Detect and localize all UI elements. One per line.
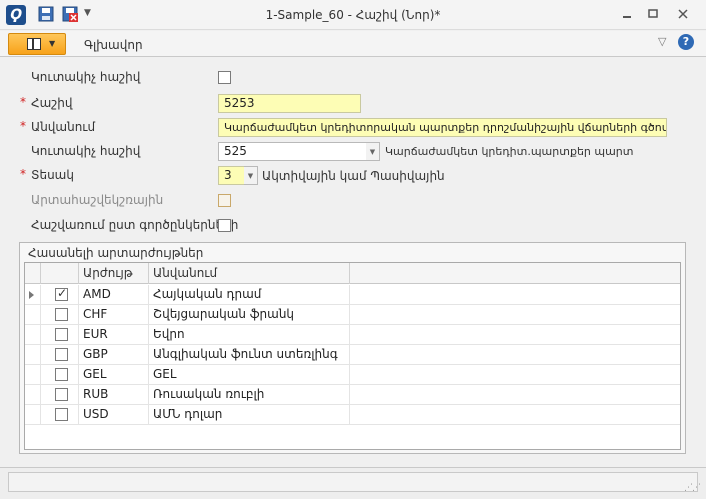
currency-name-cell[interactable]: Եվրո [149, 325, 350, 345]
row-indicator[interactable] [25, 325, 41, 345]
currency-code-cell[interactable]: AMD [79, 285, 149, 305]
row-indicator-header [25, 263, 41, 284]
currency-code-cell[interactable]: EUR [79, 325, 149, 345]
row-checkbox[interactable] [55, 328, 68, 341]
help-icon[interactable]: ? [678, 34, 694, 50]
currency-code-cell[interactable]: RUB [79, 385, 149, 405]
row-indicator[interactable] [25, 385, 41, 405]
currency-name-cell[interactable]: Հայկական դրամ [149, 285, 350, 305]
required-marker: * [20, 167, 26, 181]
column-header-code[interactable]: Արժույթ [79, 263, 149, 284]
offbalance-checkbox[interactable] [218, 194, 231, 207]
restore-icon [648, 9, 658, 18]
table-row[interactable]: EUR Եվրո [25, 325, 680, 345]
checkbox-header [41, 263, 79, 284]
name-label: Անվանում [31, 120, 96, 134]
row-checkbox[interactable] [55, 388, 68, 401]
by-operations-label: Հաշվառում ըստ գործընկերների [31, 218, 239, 232]
row-checkbox[interactable] [55, 408, 68, 421]
type-description: Ակտիվային կամ Պասիվային [262, 169, 445, 183]
close-button[interactable] [672, 6, 694, 24]
currency-name-cell[interactable]: GEL [149, 365, 350, 385]
tab-main[interactable]: Գլխավոր [84, 38, 143, 52]
resize-grip-icon[interactable]: ⋰⋰ [684, 483, 701, 493]
minimize-button[interactable] [616, 6, 638, 24]
ribbon: ▼ Գլխավոր ▽ ? [0, 31, 706, 57]
currency-name-cell[interactable]: Անգլիական ֆունտ ստեռլինգ [149, 345, 350, 365]
table-row[interactable]: USD ԱՄՆ դոլար [25, 405, 680, 425]
grid-header: Արժույթ Անվանում [25, 263, 680, 284]
row-indicator[interactable] [25, 365, 41, 385]
minimize-icon [623, 16, 631, 18]
panel-icon [27, 38, 41, 50]
file-menu-button[interactable]: ▼ [8, 33, 66, 55]
status-bar: ⋰⋰ [0, 467, 706, 499]
parent-account-description: Կարճաժամկետ կրեդիտ.պարտքեր պարտ [385, 145, 634, 158]
account-label: Հաշիվ [31, 96, 73, 110]
currency-name-cell[interactable]: Շվեյցարական ֆրանկ [149, 305, 350, 325]
table-row[interactable]: RUB Ռուսական ռուբլի [25, 385, 680, 405]
currencies-grid: Արժույթ Անվանում AMDՀայկական դրամCHFՇվեյ… [24, 262, 681, 450]
required-marker: * [20, 95, 26, 109]
row-indicator[interactable] [25, 345, 41, 365]
currency-code-cell[interactable]: GEL [79, 365, 149, 385]
currency-code-cell[interactable]: GBP [79, 345, 149, 365]
group-title: Հասանելի արտարժույթներ [28, 246, 204, 260]
table-row[interactable]: CHF Շվեյցարական ֆրանկ [25, 305, 680, 325]
type-label: Տեսակ [31, 168, 74, 182]
close-icon [678, 9, 688, 19]
window-title: 1-Sample_60 - Հաշիվ (Նոր)* [265, 8, 441, 22]
offbalance-label: Արտահաշվեկշռային [31, 193, 164, 207]
table-row[interactable]: GBP Անգլիական ֆունտ ստեռլինգ [25, 345, 680, 365]
table-row[interactable]: GEL GEL [25, 365, 680, 385]
type-input[interactable]: 3 [218, 166, 245, 185]
control-account-label: Կուտակիչ հաշիվ [31, 70, 141, 84]
currency-name-cell[interactable]: Ռուսական ռուբլի [149, 385, 350, 405]
parent-account-label: Կուտակիչ հաշիվ [31, 144, 141, 158]
column-header-name[interactable]: Անվանում [149, 263, 350, 284]
by-operations-checkbox[interactable] [218, 219, 231, 232]
row-indicator[interactable] [25, 305, 41, 325]
control-account-checkbox[interactable] [218, 71, 231, 84]
row-checkbox[interactable] [55, 348, 68, 361]
row-checkbox[interactable] [55, 368, 68, 381]
currency-name-cell[interactable]: ԱՄՆ դոլար [149, 405, 350, 425]
name-input[interactable]: Կարճաժամկետ կրեդիտորական պարտքեր դրոշման… [218, 118, 667, 137]
restore-button[interactable] [642, 6, 664, 24]
available-currencies-group: Հասանելի արտարժույթներ Արժույթ Անվանում … [19, 242, 686, 454]
ribbon-collapse-icon[interactable]: ▽ [658, 35, 666, 48]
title-bar: Ϙ ▼ 1-Sample_60 - Հաշիվ (Նոր)* [0, 0, 706, 30]
status-panel [8, 472, 698, 492]
parent-account-dropdown-icon[interactable]: ▼ [366, 142, 380, 161]
row-indicator[interactable] [25, 405, 41, 425]
row-indicator[interactable] [25, 285, 41, 305]
row-checkbox[interactable] [55, 308, 68, 321]
chevron-down-icon: ▼ [49, 39, 56, 48]
parent-account-input[interactable]: 525 [218, 142, 367, 161]
current-row-icon [29, 291, 34, 299]
currency-code-cell[interactable]: CHF [79, 305, 149, 325]
type-dropdown-icon[interactable]: ▼ [244, 166, 258, 185]
row-checkbox[interactable] [55, 286, 68, 301]
required-marker: * [20, 119, 26, 133]
currency-code-cell[interactable]: USD [79, 405, 149, 425]
table-row[interactable]: AMDՀայկական դրամ [25, 285, 680, 305]
account-input[interactable]: 5253 [218, 94, 361, 113]
